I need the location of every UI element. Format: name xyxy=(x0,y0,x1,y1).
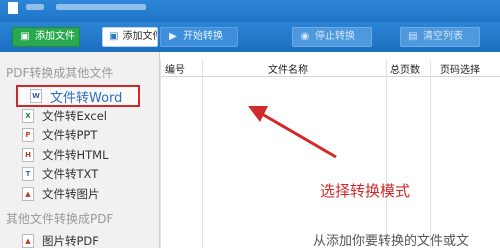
sidebar-item-label: 文件转PPT xyxy=(42,128,98,142)
column-divider xyxy=(430,60,431,248)
section-pdf-to-other: PDF转换成其他文件 xyxy=(6,66,114,80)
app-logo-icon xyxy=(8,2,18,14)
sidebar-item-label: 文件转Excel xyxy=(42,109,107,123)
add-folder-label: 添加文件 xyxy=(122,31,157,42)
clear-list-label: 清空列表 xyxy=(423,31,463,42)
sidebar-item-label: 文件转HTML xyxy=(42,148,109,162)
word-file-icon: W xyxy=(30,89,42,103)
sidebar-item-txt[interactable]: T 文件转TXT xyxy=(22,165,98,183)
column-header-number: 编号 xyxy=(165,65,185,76)
sidebar-item-excel[interactable]: X 文件转Excel xyxy=(22,107,107,125)
column-divider xyxy=(202,60,203,248)
add-file-label: 添加文件 xyxy=(35,31,75,42)
stop-icon: ◉ xyxy=(300,31,310,42)
annotation-arrow-icon xyxy=(248,106,337,159)
title-fragment xyxy=(26,4,44,10)
folder-icon: ▣ xyxy=(109,31,119,42)
trash-icon: ▤ xyxy=(408,31,418,42)
sidebar-item-ppt[interactable]: P 文件转PPT xyxy=(22,126,97,144)
annotation-text: 选择转换模式 xyxy=(320,182,411,200)
title-fragment xyxy=(56,4,146,10)
sidebar-item-label: 文件转TXT xyxy=(42,167,99,181)
column-header-pages: 总页数 xyxy=(390,65,420,76)
image-file-icon: ▲ xyxy=(22,234,34,248)
section-other-to-pdf: 其他文件转换成PDF xyxy=(6,212,114,226)
sidebar-item-html[interactable]: H 文件转HTML xyxy=(22,146,109,164)
clear-list-button[interactable]: ▤ 清空列表 xyxy=(400,27,480,47)
excel-file-icon: X xyxy=(22,109,34,123)
column-divider xyxy=(386,60,387,248)
table-header: 编号 文件名称 总页数 页码选择 xyxy=(160,59,500,77)
add-file-button[interactable]: ▣ 添加文件 xyxy=(12,27,80,47)
column-divider xyxy=(160,60,161,248)
txt-file-icon: T xyxy=(22,167,34,181)
sidebar-item-label: 图片转PDF xyxy=(42,234,99,248)
stop-convert-button[interactable]: ◉ 停止转换 xyxy=(292,27,372,47)
title-bar xyxy=(0,0,500,22)
caption-text: 从添加你要转换的文件或文 xyxy=(313,234,470,249)
sidebar-item-label: 文件转Word xyxy=(50,90,123,106)
sidebar: PDF转换成其他文件 W 文件转Word X 文件转Excel P 文件转PPT… xyxy=(0,52,160,248)
start-convert-button[interactable]: ▶ 开始转换 xyxy=(160,27,238,47)
column-header-page-select: 页码选择 xyxy=(440,65,480,76)
sidebar-item-image[interactable]: ▲ 文件转图片 xyxy=(22,185,100,203)
image-file-icon: ▲ xyxy=(22,187,34,201)
sidebar-item-label: 文件转图片 xyxy=(42,187,100,201)
play-icon: ▶ xyxy=(169,31,177,42)
start-convert-label: 开始转换 xyxy=(183,31,223,42)
sidebar-item-word[interactable]: W 文件转Word xyxy=(16,85,140,107)
ppt-file-icon: P xyxy=(22,128,34,142)
add-file-icon: ▣ xyxy=(20,31,30,42)
toolbar: ▣ 添加文件 ▣ 添加文件 ▶ 开始转换 ◉ 停止转换 ▤ 清空列表 xyxy=(0,22,500,52)
add-folder-button[interactable]: ▣ 添加文件 xyxy=(102,27,158,47)
html-file-icon: H xyxy=(22,148,34,162)
column-header-filename: 文件名称 xyxy=(268,65,308,76)
sidebar-item-image-to-pdf[interactable]: ▲ 图片转PDF xyxy=(22,232,99,250)
stop-convert-label: 停止转换 xyxy=(315,31,355,42)
